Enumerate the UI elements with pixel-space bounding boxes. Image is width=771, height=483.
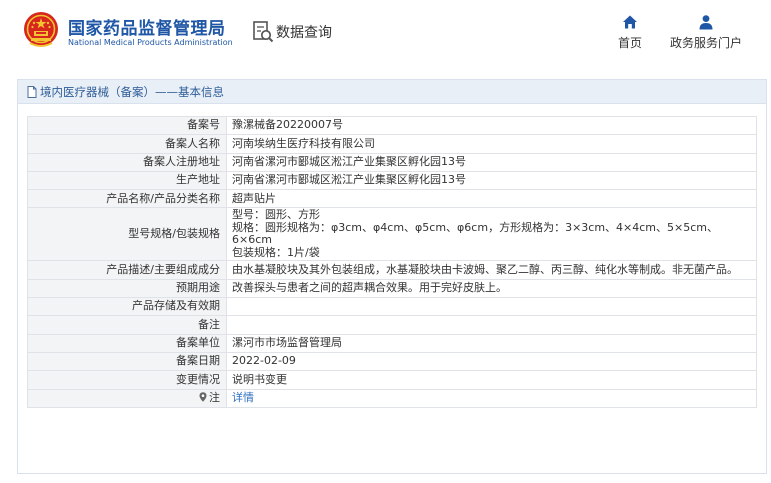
row-value: 超声贴片 xyxy=(226,189,757,209)
data-query-link[interactable]: 数据查询 xyxy=(252,19,332,45)
row-value: 由水基凝胶块及其外包装组成，水基凝胶块由卡波姆、聚乙二醇、丙三醇、纯化水等制成。… xyxy=(226,260,757,280)
table-row: 产品存储及有效期 xyxy=(27,297,757,317)
row-value: 改善探头与患者之间的超声耦合效果。用于完好皮肤上。 xyxy=(226,278,757,299)
table-row: 注 详情 xyxy=(27,388,757,408)
data-query-label: 数据查询 xyxy=(276,25,332,41)
org-name-en: National Medical Products Administration xyxy=(68,38,233,47)
row-value xyxy=(226,315,757,335)
table-row: 备案单位 漯河市市场监督管理局 xyxy=(27,333,757,353)
note-label: 注 xyxy=(209,390,220,404)
row-label: 备案号 xyxy=(27,115,227,136)
table-row: 备案人注册地址 河南省漯河市郾城区淞江产业集聚区孵化园13号 xyxy=(27,152,757,172)
table-row: 备案人名称 河南埃纳生医疗科技有限公司 xyxy=(27,134,757,154)
spec-line: 规格：圆形规格为：φ3cm、φ4cm、φ5cm、φ6cm，方形规格为：3×3cm… xyxy=(232,220,719,247)
row-label: 产品名称/产品分类名称 xyxy=(27,189,227,209)
table-row: 产品名称/产品分类名称 超声贴片 xyxy=(27,189,757,209)
site-header: 国家药品监督管理局 National Medical Products Admi… xyxy=(0,0,771,68)
row-value: 说明书变更 xyxy=(226,370,757,390)
row-label: 产品描述/主要组成成分 xyxy=(27,260,227,280)
row-label: 备案单位 xyxy=(27,333,227,353)
pin-icon xyxy=(199,392,207,402)
row-label: 变更情况 xyxy=(27,370,227,390)
row-label: 备案日期 xyxy=(27,351,227,372)
row-label: 生产地址 xyxy=(27,170,227,191)
record-info-table: 备案号 豫漯械备20220007号 备案人名称 河南埃纳生医疗科技有限公司 备案… xyxy=(27,115,757,408)
nav-home[interactable]: 首页 xyxy=(614,14,646,51)
panel-title-bar: 境内医疗器械（备案）——基本信息 xyxy=(18,80,766,104)
row-label: 预期用途 xyxy=(27,278,227,299)
table-row: 备案日期 2022-02-09 xyxy=(27,351,757,372)
table-row: 产品描述/主要组成成分 由水基凝胶块及其外包装组成，水基凝胶块由卡波姆、聚乙二醇… xyxy=(27,260,757,280)
package-line: 包装规格：1片/袋 xyxy=(232,245,320,259)
table-row: 变更情况 说明书变更 xyxy=(27,370,757,390)
row-value: 型号：圆形、方形 规格：圆形规格为：φ3cm、φ4cm、φ5cm、φ6cm，方形… xyxy=(226,207,757,262)
table-row: 备注 xyxy=(27,315,757,335)
panel-title: 境内医疗器械（备案）——基本信息 xyxy=(40,84,224,99)
user-icon xyxy=(699,15,713,30)
details-link[interactable]: 详情 xyxy=(226,388,757,408)
row-label: 型号规格/包装规格 xyxy=(27,207,227,262)
document-icon xyxy=(27,85,37,98)
row-value: 2022-02-09 xyxy=(226,351,757,372)
nav-home-label: 首页 xyxy=(617,36,642,50)
row-value: 漯河市市场监督管理局 xyxy=(226,333,757,353)
national-emblem-icon xyxy=(24,12,58,47)
row-label: 备案人注册地址 xyxy=(27,152,227,172)
row-label: 备案人名称 xyxy=(27,134,227,154)
table-row: 备案号 豫漯械备20220007号 xyxy=(27,115,757,136)
row-label: 产品存储及有效期 xyxy=(27,297,227,317)
row-value: 河南省漯河市郾城区淞江产业集聚区孵化园13号 xyxy=(226,170,757,191)
nav-service-portal[interactable]: 政务服务门户 xyxy=(668,14,744,51)
nav-service-label: 政务服务门户 xyxy=(669,36,742,50)
row-label: 注 xyxy=(27,388,227,408)
magnifier-document-icon xyxy=(253,21,274,43)
home-icon xyxy=(623,15,637,29)
table-row: 型号规格/包装规格 型号：圆形、方形 规格：圆形规格为：φ3cm、φ4cm、φ5… xyxy=(27,207,757,262)
row-value xyxy=(226,297,757,317)
table-row: 生产地址 河南省漯河市郾城区淞江产业集聚区孵化园13号 xyxy=(27,170,757,191)
record-panel: 境内医疗器械（备案）——基本信息 备案号 豫漯械备20220007号 备案人名称… xyxy=(17,79,767,474)
row-value: 河南省漯河市郾城区淞江产业集聚区孵化园13号 xyxy=(226,152,757,172)
row-label: 备注 xyxy=(27,315,227,335)
table-row: 预期用途 改善探头与患者之间的超声耦合效果。用于完好皮肤上。 xyxy=(27,278,757,299)
row-value: 河南埃纳生医疗科技有限公司 xyxy=(226,134,757,154)
row-value: 豫漯械备20220007号 xyxy=(226,115,757,136)
org-name-cn: 国家药品监督管理局 xyxy=(68,19,226,39)
